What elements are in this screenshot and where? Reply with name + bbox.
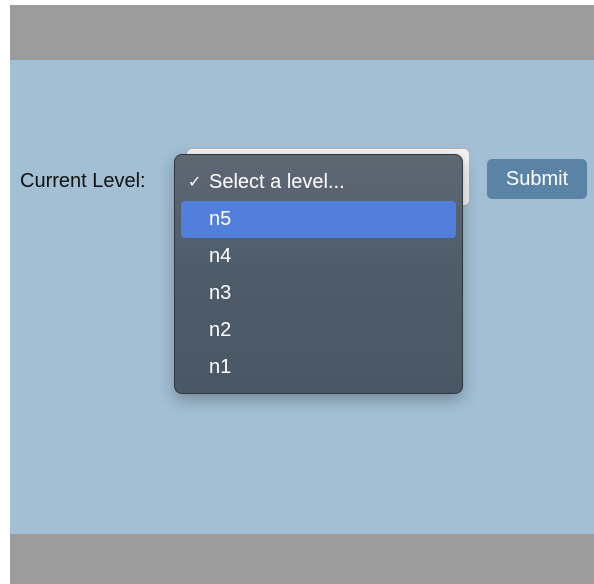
top-bar (10, 5, 594, 60)
option-label: n1 (209, 356, 232, 378)
option-label: n3 (209, 282, 232, 304)
option-n3[interactable]: n3 (181, 275, 456, 312)
checkmark-icon: ✓ (188, 174, 202, 191)
option-label: n2 (209, 319, 232, 341)
page-frame: Current Level: ⌄ Submit ✓ Select a level… (10, 5, 594, 584)
option-label: n5 (209, 208, 232, 230)
option-n2[interactable]: n2 (181, 312, 456, 349)
option-n1[interactable]: n1 (181, 349, 456, 386)
level-dropdown-menu: ✓ Select a level... n5 n4 n3 n2 n1 (174, 154, 463, 394)
option-label: n4 (209, 245, 232, 267)
option-select-a-level[interactable]: ✓ Select a level... (181, 164, 456, 201)
option-n4[interactable]: n4 (181, 238, 456, 275)
bottom-bar (10, 534, 594, 584)
current-level-label: Current Level: (20, 170, 146, 192)
option-n5[interactable]: n5 (181, 201, 456, 238)
submit-button[interactable]: Submit (487, 159, 587, 199)
option-label: Select a level... (209, 171, 345, 193)
